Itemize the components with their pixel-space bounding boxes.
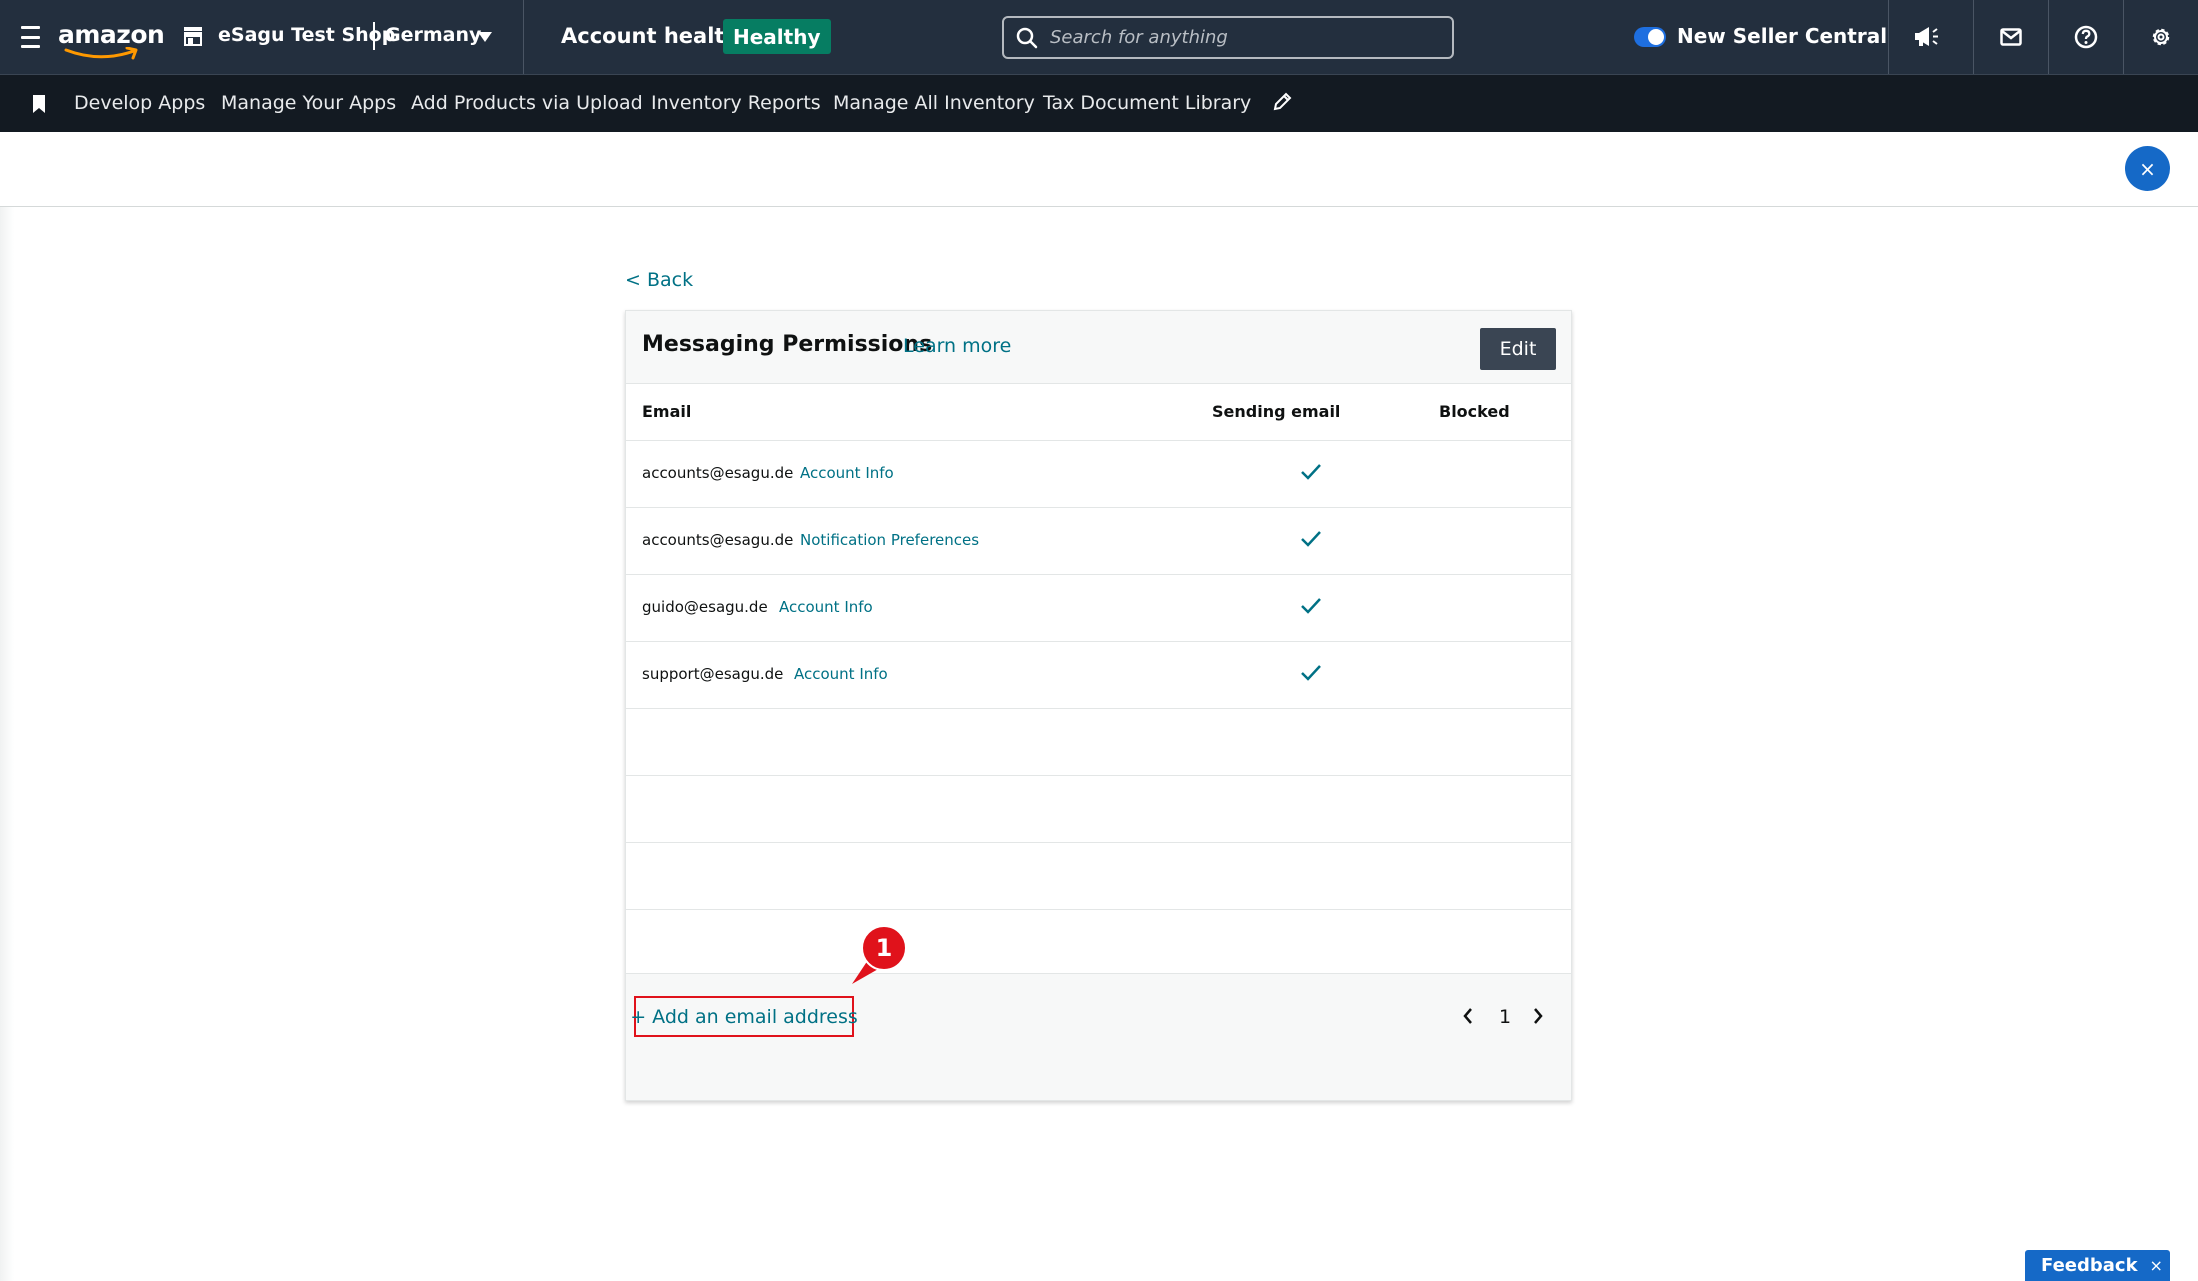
close-button[interactable]: × bbox=[2125, 146, 2170, 191]
account-health-badge[interactable]: Healthy bbox=[723, 19, 831, 54]
megaphone-icon bbox=[1915, 27, 1938, 46]
help-icon bbox=[2074, 25, 2098, 49]
step-callout: 1 bbox=[852, 925, 907, 984]
messaging-permissions-card: Messaging Permissions Learn more Edit Em… bbox=[625, 310, 1572, 1101]
row-email: support@esagu.de bbox=[642, 665, 784, 683]
checkmark-icon bbox=[1301, 464, 1321, 480]
edit-button[interactable]: Edit bbox=[1480, 328, 1556, 370]
column-header-email: Email bbox=[642, 402, 692, 421]
subnav-item-develop-apps[interactable]: Develop Apps bbox=[74, 92, 205, 114]
help-button[interactable] bbox=[2048, 0, 2123, 74]
amazon-smile-icon bbox=[64, 47, 138, 60]
search-input[interactable] bbox=[1050, 27, 1430, 48]
announcements-button[interactable] bbox=[1888, 0, 1963, 74]
account-health-label[interactable]: Account health bbox=[561, 24, 739, 48]
pencil-icon[interactable] bbox=[1272, 92, 1292, 112]
card-footer: + Add an email address 1 bbox=[626, 974, 1571, 1100]
search-icon bbox=[1016, 27, 1038, 48]
left-shadow bbox=[0, 207, 14, 1281]
chevron-left-icon[interactable] bbox=[1462, 1007, 1474, 1025]
empty-table-row bbox=[626, 843, 1571, 910]
checkmark-icon bbox=[1301, 531, 1321, 547]
column-header-sending-email: Sending email bbox=[1212, 402, 1341, 421]
empty-table-row bbox=[626, 709, 1571, 776]
feedback-label: Feedback bbox=[2041, 1255, 2138, 1276]
caret-down-icon[interactable] bbox=[477, 31, 493, 43]
row-link[interactable]: Account Info bbox=[794, 665, 888, 683]
header-divider bbox=[523, 0, 524, 74]
column-header-blocked: Blocked bbox=[1439, 402, 1510, 421]
store-icon bbox=[184, 27, 202, 46]
learn-more-link[interactable]: Learn more bbox=[903, 335, 1011, 357]
subnav-item-manage-all-inventory[interactable]: Manage All Inventory bbox=[833, 92, 1035, 114]
page-header-strip bbox=[0, 132, 2198, 207]
bookmarks-bar: Develop Apps Manage Your Apps Add Produc… bbox=[0, 75, 2198, 132]
subnav-item-add-products-via-upload[interactable]: Add Products via Upload bbox=[411, 92, 643, 114]
callout-number: 1 bbox=[876, 934, 893, 962]
close-icon[interactable]: × bbox=[2150, 1256, 2163, 1275]
back-link[interactable]: < Back bbox=[625, 269, 693, 291]
country-selector[interactable]: Germany bbox=[385, 24, 481, 46]
card-header: Messaging Permissions Learn more Edit bbox=[626, 311, 1571, 384]
top-bar: amazon eSagu Test Shop Germany Account h… bbox=[0, 0, 2198, 75]
table-header: Email Sending email Blocked bbox=[626, 384, 1571, 441]
row-email: accounts@esagu.de bbox=[642, 531, 794, 549]
chevron-right-icon[interactable] bbox=[1532, 1007, 1544, 1025]
checkmark-icon bbox=[1301, 665, 1321, 681]
row-email: accounts@esagu.de bbox=[642, 464, 794, 482]
empty-table-row bbox=[626, 910, 1571, 974]
table-row: accounts@esagu.de Account Info bbox=[626, 441, 1571, 508]
mail-icon bbox=[2000, 28, 2022, 46]
table-row: support@esagu.de Account Info bbox=[626, 642, 1571, 709]
search-box[interactable] bbox=[1002, 16, 1454, 59]
new-seller-central-label: New Seller Central bbox=[1677, 24, 1888, 48]
bookmark-icon[interactable] bbox=[31, 94, 47, 114]
feedback-button[interactable]: Feedback × bbox=[2025, 1250, 2170, 1281]
shop-name[interactable]: eSagu Test Shop bbox=[218, 24, 395, 46]
row-link[interactable]: Notification Preferences bbox=[800, 531, 979, 549]
subnav-item-tax-document-library[interactable]: Tax Document Library bbox=[1043, 92, 1251, 114]
card-title: Messaging Permissions bbox=[642, 332, 933, 357]
table-row: guido@esagu.de Account Info bbox=[626, 575, 1571, 642]
shop-divider bbox=[373, 22, 375, 50]
empty-table-row bbox=[626, 776, 1571, 843]
settings-button[interactable] bbox=[2123, 0, 2198, 74]
subnav-item-manage-your-apps[interactable]: Manage Your Apps bbox=[221, 92, 396, 114]
row-email: guido@esagu.de bbox=[642, 598, 768, 616]
menu-icon[interactable] bbox=[20, 26, 40, 48]
messages-button[interactable] bbox=[1973, 0, 2048, 74]
gear-icon bbox=[2152, 28, 2170, 46]
row-link[interactable]: Account Info bbox=[800, 464, 894, 482]
new-seller-central-toggle[interactable] bbox=[1634, 27, 1666, 47]
subnav-item-inventory-reports[interactable]: Inventory Reports bbox=[651, 92, 821, 114]
row-link[interactable]: Account Info bbox=[779, 598, 873, 616]
table-row: accounts@esagu.de Notification Preferenc… bbox=[626, 508, 1571, 575]
page-number[interactable]: 1 bbox=[1499, 1006, 1511, 1028]
add-email-address-link[interactable]: + Add an email address bbox=[630, 996, 858, 1037]
checkmark-icon bbox=[1301, 598, 1321, 614]
